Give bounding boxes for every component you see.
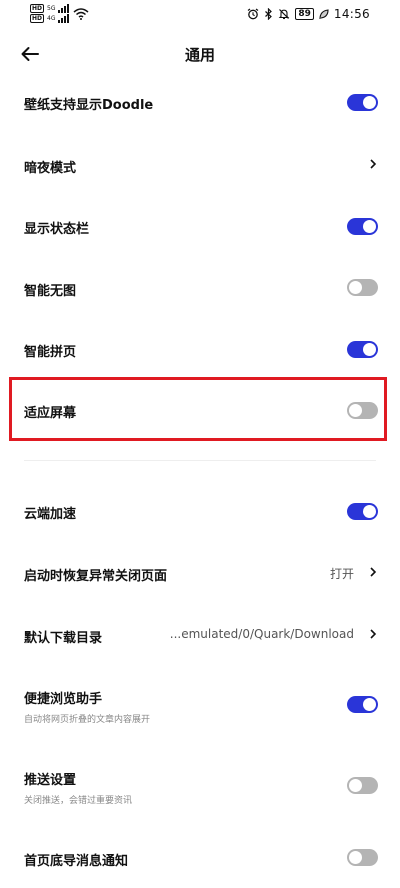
- chevron-right-icon: [368, 565, 378, 579]
- toggle-knob: [363, 698, 376, 711]
- setting-label: 启动时恢复异常关闭页面: [24, 569, 168, 584]
- setting-label: 智能拼页: [24, 345, 77, 360]
- setting-row-no-image[interactable]: 智能无图: [0, 263, 400, 311]
- doodle-toggle[interactable]: [347, 94, 378, 111]
- toggle-knob: [349, 281, 362, 294]
- setting-row-dark-mode[interactable]: 暗夜模式: [0, 140, 400, 188]
- bluetooth-icon: [264, 8, 273, 20]
- status-bar-left: HD 5G HD 4G: [30, 4, 89, 23]
- page-title: 通用: [184, 46, 215, 64]
- status-bar-right: 89 14:56: [247, 7, 370, 21]
- smart-paging-toggle[interactable]: [347, 341, 378, 358]
- sim2-indicator: HD 4G: [30, 14, 70, 23]
- setting-value: ...emulated/0/Quark/Download: [169, 627, 354, 641]
- toggle-knob: [363, 96, 376, 109]
- highlight-box: [9, 377, 387, 441]
- sim1-signal-icon: [58, 4, 70, 13]
- battery-indicator: 89: [295, 8, 314, 20]
- toggle-knob: [363, 220, 376, 233]
- sim-indicators: HD 5G HD 4G: [30, 4, 70, 23]
- setting-label: 壁纸支持显示Doodle: [24, 98, 154, 113]
- setting-label: 便捷浏览助手: [24, 692, 103, 707]
- toggle-knob: [349, 779, 362, 792]
- chevron-right-icon: [368, 627, 378, 641]
- setting-row-status-bar[interactable]: 显示状态栏: [0, 202, 400, 250]
- toggle-knob: [363, 343, 376, 356]
- setting-label: 暗夜模式: [24, 161, 77, 176]
- setting-row-push[interactable]: 推送设置 关闭推送，会错过重要资讯: [0, 761, 400, 809]
- leaf-icon: [319, 8, 329, 20]
- browse-assistant-toggle[interactable]: [347, 696, 378, 713]
- push-toggle[interactable]: [347, 777, 378, 794]
- setting-value: 打开: [329, 567, 354, 581]
- sim2-network-type: 4G: [47, 15, 56, 22]
- header: 通用: [0, 30, 400, 80]
- setting-label: 云端加速: [24, 507, 77, 522]
- setting-sublabel: 自动将网页折叠的文章内容展开: [24, 715, 151, 725]
- setting-row-cloud-acceleration[interactable]: 云端加速: [0, 487, 400, 535]
- setting-label: 推送设置: [24, 773, 77, 788]
- no-image-toggle[interactable]: [347, 279, 378, 296]
- section-divider: [24, 460, 376, 461]
- setting-row-home-notification[interactable]: 首页底导消息通知: [0, 834, 400, 882]
- setting-row-restore-pages[interactable]: 启动时恢复异常关闭页面 打开: [0, 548, 400, 596]
- sim1-indicator: HD 5G: [30, 4, 70, 13]
- wifi-icon: [73, 7, 89, 20]
- sim2-hd-badge: HD: [30, 14, 45, 23]
- setting-sublabel: 关闭推送，会错过重要资讯: [24, 796, 133, 806]
- setting-label: 显示状态栏: [24, 222, 90, 237]
- clock: 14:56: [333, 7, 370, 21]
- setting-row-smart-paging[interactable]: 智能拼页: [0, 325, 400, 373]
- setting-label: 智能无图: [24, 284, 77, 299]
- status-bar-toggle[interactable]: [347, 218, 378, 235]
- setting-label: 默认下载目录: [24, 631, 103, 646]
- setting-row-doodle[interactable]: 壁纸支持显示Doodle: [0, 78, 400, 126]
- toggle-knob: [349, 851, 362, 864]
- status-bar: HD 5G HD 4G 89 14:56: [0, 0, 400, 30]
- toggle-knob: [363, 505, 376, 518]
- cloud-acceleration-toggle[interactable]: [347, 503, 378, 520]
- sim1-network-type: 5G: [47, 5, 56, 12]
- setting-row-browse-assistant[interactable]: 便捷浏览助手 自动将网页折叠的文章内容展开: [0, 680, 400, 728]
- home-notification-toggle[interactable]: [347, 849, 378, 866]
- alarm-icon: [247, 8, 259, 20]
- setting-row-download-dir[interactable]: 默认下载目录 ...emulated/0/Quark/Download: [0, 610, 400, 658]
- chevron-right-icon: [368, 157, 378, 171]
- mute-icon: [278, 8, 290, 20]
- sim1-hd-badge: HD: [30, 4, 45, 13]
- setting-label: 首页底导消息通知: [24, 854, 129, 869]
- sim2-signal-icon: [58, 14, 70, 23]
